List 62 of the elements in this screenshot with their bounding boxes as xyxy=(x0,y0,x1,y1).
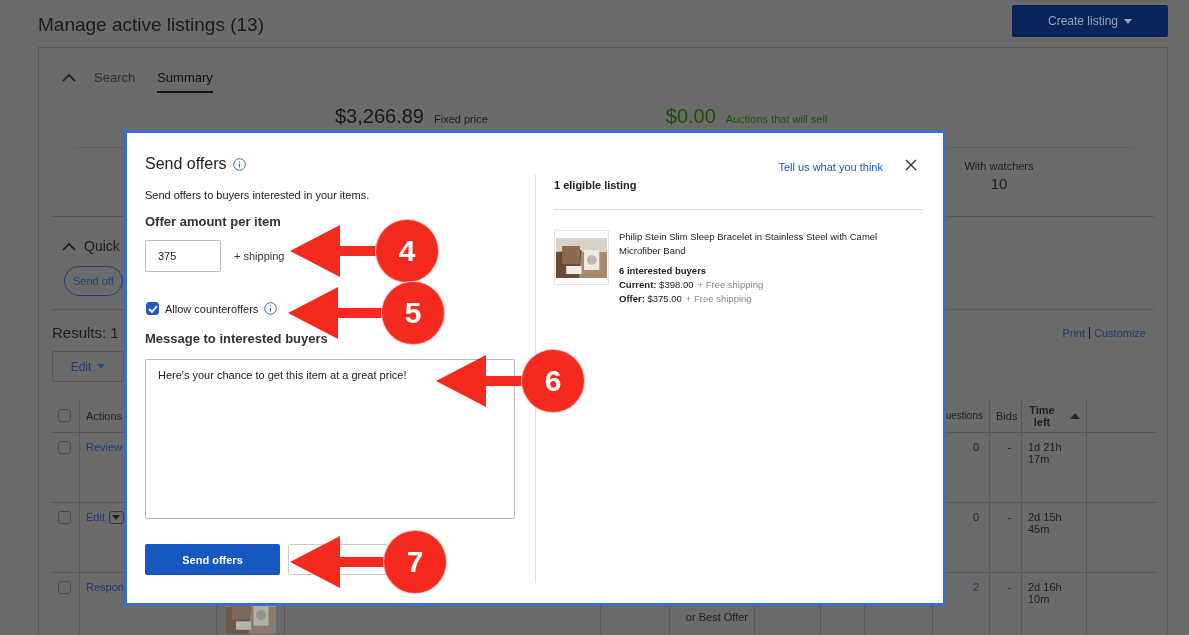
create-listing-button[interactable]: Create listing xyxy=(1012,5,1168,37)
table-cell-text: - xyxy=(1006,441,1011,453)
section-title: Quick xyxy=(84,238,120,254)
action-link[interactable]: Respon xyxy=(86,581,124,593)
column-header[interactable]: Actions xyxy=(86,409,123,422)
table-cell-text: - xyxy=(1006,511,1011,523)
send-offers-button[interactable]: Send offers xyxy=(145,544,280,575)
checkbox[interactable] xyxy=(58,409,71,422)
checkbox-label: Allow counteroffers xyxy=(165,302,259,315)
tab[interactable]: Summary xyxy=(157,61,213,93)
metric-label: With watchers xyxy=(964,160,1034,172)
checkbox[interactable] xyxy=(58,581,71,594)
column-header[interactable]: Time left xyxy=(1028,403,1056,428)
checkbox[interactable] xyxy=(58,441,71,454)
dialog-description: Send offers to buyers interested in your items. xyxy=(145,188,371,201)
metric-label: Auctions that will sell xyxy=(725,113,828,125)
shipping-note: + Free shipping xyxy=(685,293,752,304)
checkbox[interactable] xyxy=(146,302,159,315)
caret-icon xyxy=(112,515,121,520)
column-header[interactable]: uestions xyxy=(945,410,983,421)
field-label: Message to interested buyers xyxy=(145,331,329,346)
action-link[interactable]: Edit xyxy=(86,511,105,523)
tab[interactable]: Search xyxy=(94,61,136,93)
amount: $0.00 xyxy=(665,105,716,128)
caret-icon xyxy=(97,364,106,369)
price-text: Current: $398.00 xyxy=(619,279,694,290)
price-text: Offer: $375.00 xyxy=(619,293,682,304)
section-title: 1 eligible listing xyxy=(554,179,637,191)
table-cell-text: 0 xyxy=(971,511,979,523)
link[interactable]: Print xyxy=(1062,326,1086,339)
close-button[interactable] xyxy=(905,159,917,171)
amount: $3,266.89 xyxy=(335,105,424,128)
feedback-link[interactable]: Tell us what you think xyxy=(778,161,883,173)
chevron-up-icon xyxy=(62,72,76,82)
buyers-count: 6 interested buyers xyxy=(619,265,708,276)
shipping-note: + shipping xyxy=(234,250,285,262)
input-field[interactable]: 375 xyxy=(145,240,221,272)
action-link[interactable]: Review xyxy=(86,441,123,453)
shipping-note: + Free shipping xyxy=(697,279,764,290)
table-cell-text: 2d 16h 10m xyxy=(1028,581,1063,605)
link[interactable]: Customize xyxy=(1094,326,1146,339)
metric-label: Fixed price xyxy=(434,113,488,125)
table-cell-text: 1d 21h 17m xyxy=(1028,441,1063,465)
info-icon xyxy=(232,157,246,171)
listing-title[interactable]: Philip Stein Slim Sleep Bracelet in Stainless Steel with Camel Microfiber Band xyxy=(619,230,919,258)
table-cell-text: or Best Offer xyxy=(684,611,748,624)
field-label: Offer amount per item xyxy=(145,214,282,229)
metric-value: 10 xyxy=(990,175,1008,192)
dialog-title: Send offers xyxy=(145,155,227,173)
caret-icon xyxy=(1124,18,1132,24)
page-title: Manage active listings (13) xyxy=(38,14,264,36)
table-cell-text: 2d 15h 45m xyxy=(1028,511,1063,535)
edit-button[interactable]: Edit xyxy=(52,351,124,382)
dropdown-button[interactable] xyxy=(108,511,124,524)
table-cell-text: 0 xyxy=(971,441,979,453)
info-icon xyxy=(264,302,278,315)
checkbox[interactable] xyxy=(58,511,71,524)
results-count: Results: 1 xyxy=(52,324,119,341)
table-cell-text: - xyxy=(1006,581,1011,593)
chevron-up-icon xyxy=(62,241,76,251)
column-header[interactable]: Bids xyxy=(996,409,1018,422)
message-field[interactable]: Here's your chance to get this item at a great price! xyxy=(145,359,515,519)
